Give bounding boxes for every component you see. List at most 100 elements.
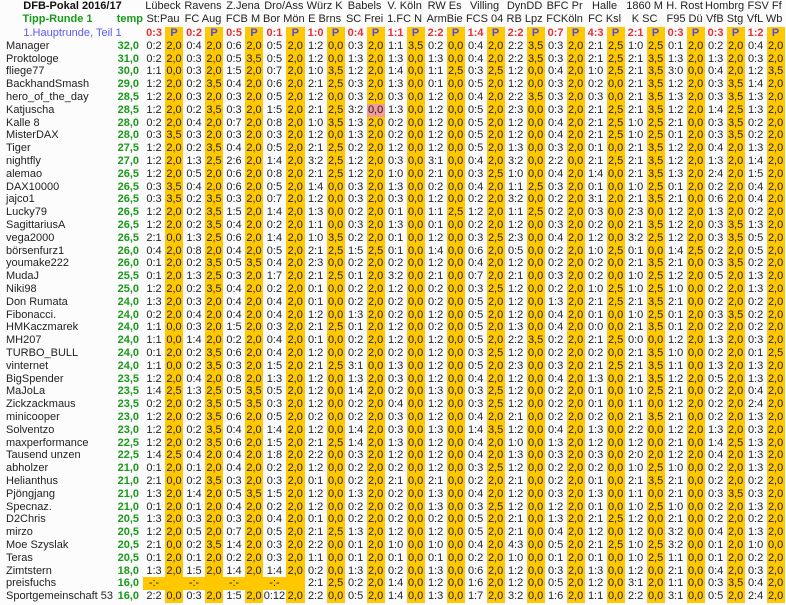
tip-cell: 0:2 [427, 283, 444, 296]
points-cell: 2,0 [766, 219, 785, 232]
points-cell: 2,0 [245, 513, 264, 527]
points-cell: 0,0 [526, 142, 545, 156]
points-cell: 2,0 [566, 244, 585, 258]
points-cell: 0,0 [606, 398, 625, 411]
points-cell: 2,0 [566, 206, 585, 220]
points-cell: 2,0 [686, 231, 705, 245]
points-cell: 0,0 [446, 487, 465, 501]
points-cell: 0,0 [526, 423, 545, 437]
tip-cell: 0:5 [266, 39, 283, 52]
player-total-points: 23,5 [117, 372, 140, 385]
points-cell: 2,5 [646, 39, 665, 53]
tip-cell: 0:2 [186, 206, 202, 219]
tip-cell: 0:4 [226, 423, 242, 436]
points-cell: 2,0 [285, 551, 305, 565]
tip-cell: 0:5 [707, 270, 724, 283]
player-row: MudaJ 25,5 0:1 2,0 1:3 2,5 0:3 2,0 1:7 2,0 2:1 2,5 0… [2, 270, 785, 284]
tip-cell: 0:3 [467, 283, 484, 296]
tip-cell: 0:3 [387, 411, 404, 423]
tip-cell: 0:3 [467, 65, 484, 78]
tip-cell: 0:4 [747, 577, 764, 590]
tip-cell: 0:6 [266, 78, 283, 91]
points-cell: 0,0 [326, 52, 345, 66]
tip-cell: 1:2 [307, 423, 324, 436]
tip-cell: 0:4 [467, 372, 484, 385]
points-cell: 0,0 [326, 295, 345, 309]
points-column-header: P [531, 26, 540, 39]
tip-cell: 0:4 [467, 449, 484, 462]
tip-cell: 1:3 [347, 308, 364, 321]
points-cell: 0,0 [606, 462, 625, 475]
tip-cell: 0:2 [146, 52, 162, 65]
points-cell: 2,0 [285, 39, 305, 53]
tip-cell: 1:4 [266, 155, 283, 168]
points-cell: 2,0 [366, 116, 385, 130]
points-cell: 2,0 [766, 398, 785, 411]
tip-cell: 0:4 [467, 39, 484, 52]
tip-cell: 1:2 [427, 449, 444, 462]
tip-cell: 0:3 [226, 103, 242, 116]
points-cell: 2,0 [766, 564, 785, 578]
points-cell: 2,0 [726, 270, 745, 284]
points-cell: 0,0 [526, 436, 545, 450]
tip-cell: 0:1 [427, 219, 444, 232]
points-cell: 2,5 [726, 436, 745, 450]
tip-cell: 2:0 [627, 449, 644, 462]
player-name: MudaJ [6, 270, 40, 283]
points-cell: 0,0 [526, 78, 545, 92]
tip-cell: 1:2 [307, 462, 324, 475]
points-cell: 0,0 [165, 590, 184, 603]
points-cell: 2,0 [366, 295, 385, 309]
points-cell: 0,0 [406, 398, 425, 411]
tip-cell: 3:1 [427, 155, 444, 168]
player-total-points: 23,5 [117, 398, 140, 411]
player-row: Helianthus 21,0 2:1 0,0 0:2 3,5 0:3 2,0 0:3 2,0 0:… [2, 474, 785, 488]
tip-cell: 0:1 [587, 180, 604, 193]
points-cell: 0,0 [686, 295, 705, 309]
points-cell: 2,0 [766, 474, 785, 488]
points-cell: 2,0 [726, 372, 745, 386]
tip-cell: 1:3 [587, 423, 604, 436]
tip-cell: 0:6 [226, 436, 242, 449]
tip-cell: 0:2 [186, 436, 202, 449]
points-cell: 0,0 [526, 347, 545, 360]
tip-cell: 0:1 [307, 283, 324, 296]
tip-cell: 1:2 [667, 78, 684, 91]
points-column-header: P [651, 26, 660, 39]
player-name: Don Rumata [6, 295, 68, 308]
points-cell: 0,0 [326, 372, 345, 386]
tip-cell: 2:1 [667, 436, 684, 449]
match-home-team: BFC Pr [546, 0, 583, 12]
tip-cell: 1:2 [507, 385, 524, 398]
tip-cell: 0:2 [387, 295, 404, 308]
points-cell: 2,0 [285, 283, 305, 296]
tip-cell: 0:4 [547, 129, 564, 142]
points-cell: 2,0 [766, 500, 785, 514]
tip-cell: 0:5 [467, 359, 484, 372]
points-cell: 0,0 [526, 155, 545, 168]
points-cell: 0,0 [446, 347, 465, 360]
tip-cell: 1:2 [507, 564, 524, 577]
tip-cell: 0:3 [547, 78, 564, 91]
tip-cell: 0:3 [707, 487, 724, 500]
points-cell: 3,5 [726, 257, 745, 271]
points-cell: 2,0 [766, 334, 785, 348]
tip-cell: 1:3 [587, 564, 604, 577]
points-cell: 0,0 [686, 526, 705, 539]
points-cell: 0,0 [646, 564, 665, 578]
tip-cell: 0:1 [146, 257, 162, 270]
tip-cell: 1:2 [427, 372, 444, 385]
points-cell: 2,0 [486, 129, 505, 143]
points-cell: 2,0 [285, 474, 305, 488]
points-cell: 2,0 [366, 257, 385, 271]
tip-cell: 0:4 [747, 180, 764, 193]
player-total-points: 25,0 [117, 283, 140, 296]
points-cell: 2,0 [646, 577, 665, 591]
points-cell: 2,5 [326, 270, 345, 284]
tip-cell: 0:6 [467, 244, 484, 257]
player-total-points: 26,0 [117, 257, 140, 270]
tip-cell: 0:2 [387, 500, 404, 513]
points-cell: 2,0 [766, 244, 785, 258]
points-cell: 2,0 [766, 91, 785, 104]
player-row: BigSpender 23,5 1:2 2,0 0:4 2,0 0:8 2,0 1:3 2,0 1:… [2, 372, 785, 386]
